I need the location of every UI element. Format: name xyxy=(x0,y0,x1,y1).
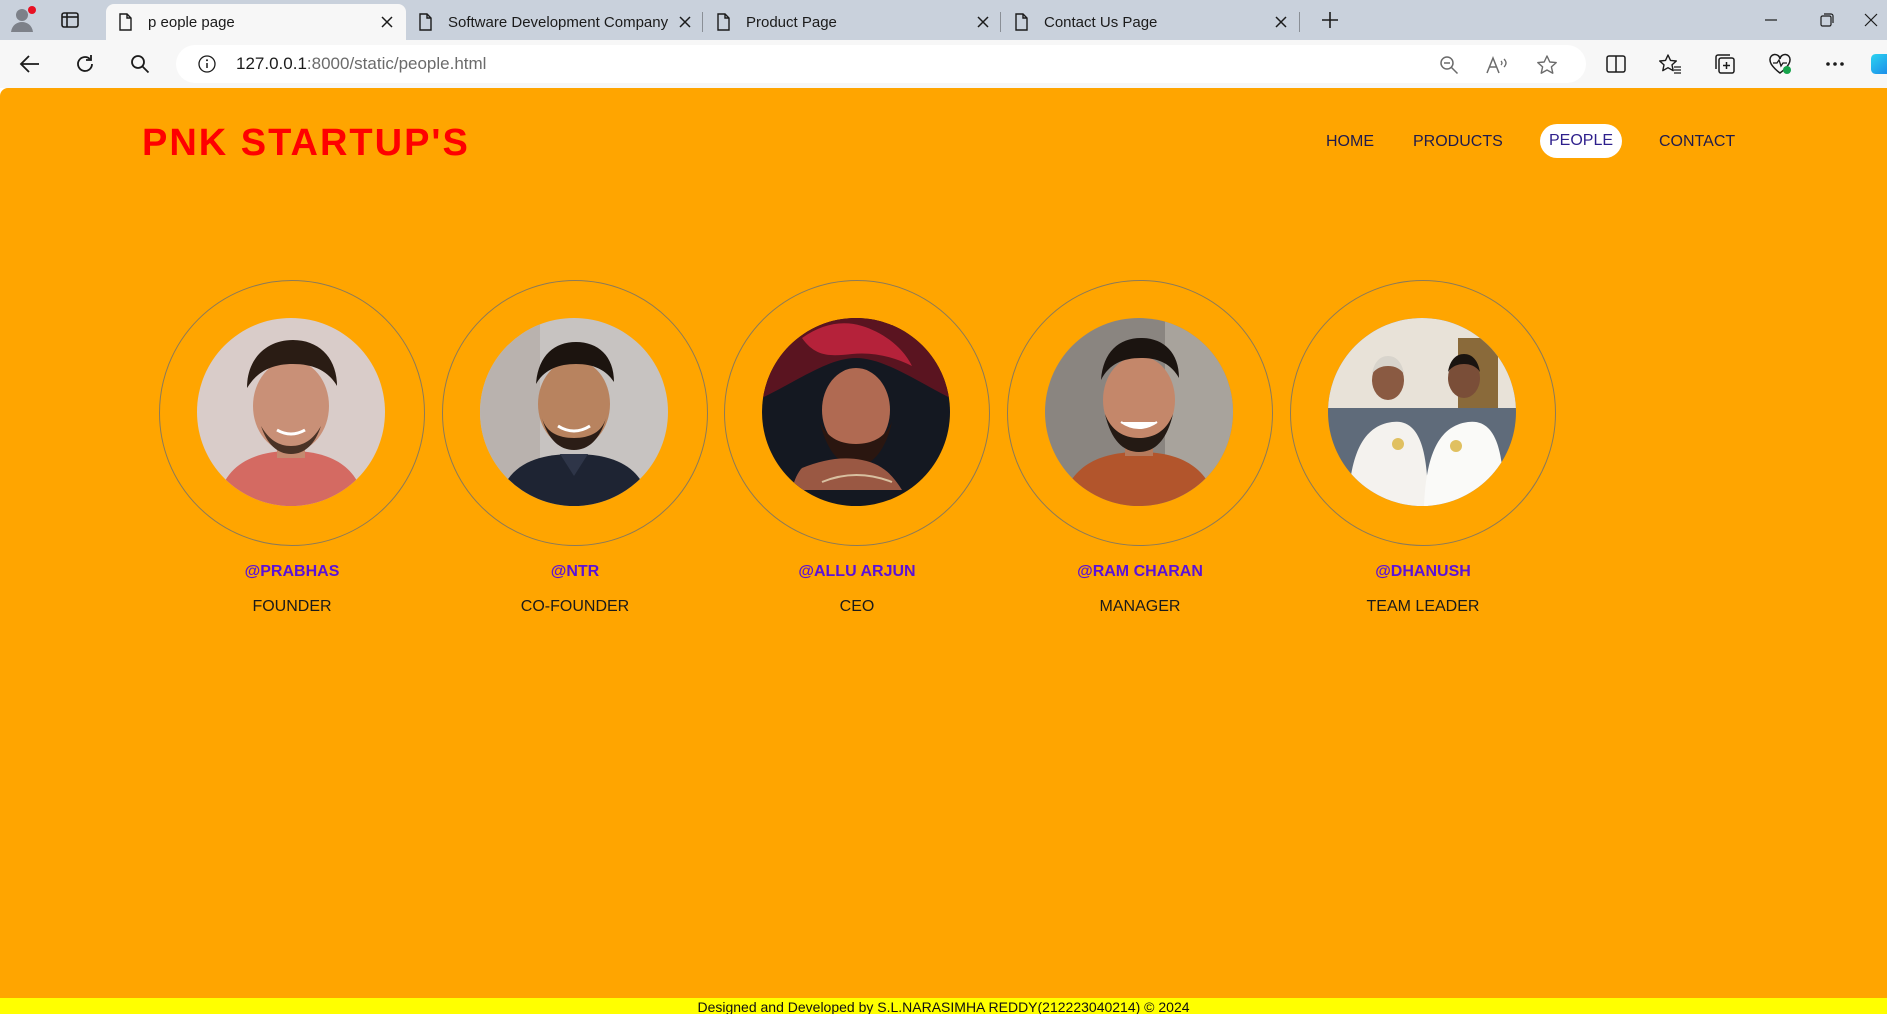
browser-tab-bar: p eople page Software Development Compan… xyxy=(0,0,1887,40)
tab-title: Software Development Company xyxy=(448,13,669,31)
copilot-icon[interactable] xyxy=(1870,50,1887,78)
tab-separator xyxy=(1299,12,1300,32)
search-icon[interactable] xyxy=(126,50,154,78)
person-role: CEO xyxy=(839,598,875,615)
person-photo xyxy=(762,318,950,506)
close-icon[interactable] xyxy=(974,13,992,31)
url-text[interactable]: 127.0.0.1:8000/static/people.html xyxy=(236,54,486,74)
person-role: CO-FOUNDER xyxy=(520,598,630,615)
tab-software-development-company[interactable]: Software Development Company xyxy=(406,4,704,40)
page-icon xyxy=(416,13,434,31)
browser-toolbar: 127.0.0.1:8000/static/people.html xyxy=(0,40,1887,88)
refresh-icon[interactable] xyxy=(71,50,99,78)
person-role: TEAM LEADER xyxy=(1366,598,1480,615)
zoom-out-icon[interactable] xyxy=(1438,54,1460,76)
person-role: MANAGER xyxy=(1099,598,1181,615)
person-handle: @RAM CHARAN xyxy=(1077,563,1203,580)
person-photo xyxy=(1328,318,1516,506)
person-role: FOUNDER xyxy=(252,598,332,615)
tab-people-page[interactable]: p eople page xyxy=(106,4,406,40)
read-aloud-icon[interactable] xyxy=(1486,54,1508,76)
nav-contact[interactable]: CONTACT xyxy=(1659,133,1735,151)
info-icon[interactable] xyxy=(198,55,216,73)
tab-contact-us-page[interactable]: Contact Us Page xyxy=(1002,4,1300,40)
tab-product-page[interactable]: Product Page xyxy=(704,4,1002,40)
person-handle: @NTR xyxy=(550,563,600,580)
person-photo xyxy=(197,318,385,506)
person-photo xyxy=(1045,318,1233,506)
url-host: 127.0.0.1 xyxy=(236,54,307,73)
close-icon[interactable] xyxy=(1272,13,1290,31)
page-icon xyxy=(714,13,732,31)
person-handle: @PRABHAS xyxy=(244,563,340,580)
close-window-icon[interactable] xyxy=(1859,6,1883,34)
split-screen-icon[interactable] xyxy=(1602,50,1630,78)
tab-separator xyxy=(702,12,703,32)
nav-products[interactable]: PRODUCTS xyxy=(1413,133,1503,151)
tab-title: Product Page xyxy=(746,13,837,31)
person-handle: @ALLU ARJUN xyxy=(798,563,916,580)
close-icon[interactable] xyxy=(378,13,396,31)
star-icon[interactable] xyxy=(1536,54,1558,76)
page-viewport: PNK STARTUP'S HOME PRODUCTS PEOPLE CONTA… xyxy=(0,88,1887,1014)
favorites-icon[interactable] xyxy=(1656,50,1684,78)
tab-title: Contact Us Page xyxy=(1044,13,1158,31)
restore-icon[interactable] xyxy=(1813,6,1841,34)
tab-separator xyxy=(1000,12,1001,32)
new-tab-icon[interactable] xyxy=(1316,6,1344,34)
page-icon xyxy=(116,13,134,31)
nav-people[interactable]: PEOPLE xyxy=(1540,124,1623,158)
url-path: :8000/static/people.html xyxy=(306,54,487,73)
page-footer: Designed and Developed by S.L.NARASIMHA … xyxy=(0,998,1887,1014)
heartbeat-icon[interactable] xyxy=(1766,50,1794,78)
page-icon xyxy=(1012,13,1030,31)
brand-logo[interactable]: PNK STARTUP'S xyxy=(142,122,470,165)
person-handle: @DHANUSH xyxy=(1375,563,1471,580)
profile-icon[interactable] xyxy=(8,4,38,34)
workspaces-icon[interactable] xyxy=(56,6,84,34)
person-photo xyxy=(480,318,668,506)
tab-title: p eople page xyxy=(148,13,235,31)
more-icon[interactable] xyxy=(1821,50,1849,78)
address-bar[interactable]: 127.0.0.1:8000/static/people.html xyxy=(176,45,1586,83)
close-icon[interactable] xyxy=(676,13,694,31)
nav-home[interactable]: HOME xyxy=(1326,133,1374,151)
back-arrow-icon[interactable] xyxy=(16,50,44,78)
minimize-icon[interactable] xyxy=(1757,6,1785,34)
collections-icon[interactable] xyxy=(1711,50,1739,78)
